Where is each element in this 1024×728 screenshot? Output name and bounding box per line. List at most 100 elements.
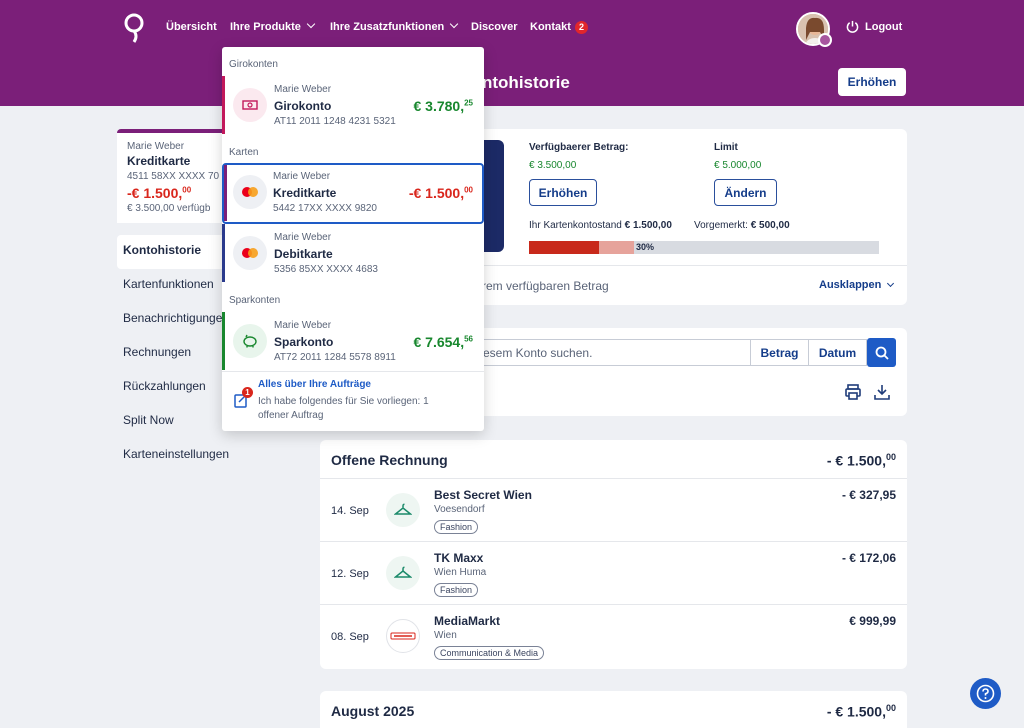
merchant-location: Wien Huma	[434, 567, 487, 578]
icon-circle	[233, 324, 267, 358]
products-dropdown: Girokonten Marie Weber Girokonto AT11 20…	[222, 47, 484, 431]
search-icon	[875, 346, 889, 360]
available-label: Verfügbaerer Betrag:	[529, 142, 629, 153]
raise-button[interactable]: Erhöhen	[529, 179, 597, 206]
merchant-location: Voesendorf	[434, 504, 485, 515]
item-number: AT72 2011 1284 5578 8911	[274, 352, 396, 363]
august-title: August 2025	[331, 703, 415, 719]
category-tag: Fashion	[434, 583, 479, 597]
printer-icon[interactable]	[844, 383, 862, 401]
section-karten: Karten	[229, 147, 259, 158]
item-owner: Marie Weber	[274, 84, 332, 95]
item-number: 5356 85XX XXXX 4683	[274, 264, 378, 275]
limit-label: Limit	[714, 142, 738, 153]
search-button[interactable]	[867, 338, 896, 367]
table-row[interactable]: 14. Sep Best Secret Wien Voesendorf Fash…	[320, 478, 907, 541]
accent-bar	[222, 312, 225, 370]
mastercard-icon	[242, 187, 258, 197]
nav-uebersicht[interactable]: Übersicht	[166, 21, 217, 33]
dropdown-item-sparkonto[interactable]: Marie Weber Sparkonto AT72 2011 1284 557…	[222, 312, 484, 370]
card-balance: Ihr Kartenkontostand € 1.500,00	[529, 220, 672, 231]
logout-button[interactable]: Logout	[846, 20, 902, 33]
item-name: Debitkarte	[274, 247, 333, 261]
selected-product-card[interactable]: Marie Weber Kreditkarte 4511 58XX XXXX 7…	[117, 129, 237, 223]
dropdown-item-girokonto[interactable]: Marie Weber Girokonto AT11 2011 1248 423…	[222, 76, 484, 134]
transaction-date: 12. Sep	[331, 568, 369, 580]
category-tag: Fashion	[434, 520, 479, 534]
august-card: August 2025 - € 1.500,00	[320, 691, 907, 728]
transaction-date: 08. Sep	[331, 631, 369, 643]
transaction-date: 14. Sep	[331, 505, 369, 517]
orders-badge: 1	[242, 387, 253, 398]
orders-link[interactable]: Alles über Ihre Aufträge	[258, 379, 371, 390]
orders-description: Ich habe folgendes für Sie vorliegen: 1 …	[258, 396, 429, 421]
product-title: Kreditkarte	[127, 154, 191, 168]
product-balance: -€ 1.500,00	[127, 185, 192, 201]
change-limit-button[interactable]: Ändern	[714, 179, 777, 206]
transaction-amount: - € 327,95	[841, 488, 896, 502]
item-owner: Marie Weber	[274, 232, 332, 243]
icon-circle	[233, 236, 267, 270]
chevron-down-icon	[887, 279, 895, 288]
item-name: Kreditkarte	[273, 186, 337, 200]
limit-value: € 5.000,00	[714, 160, 762, 171]
page-title: ntohistorie	[482, 73, 570, 92]
merchant-location: Wien	[434, 630, 457, 641]
menu-karteneinstellungen[interactable]: Karteneinstellungen	[117, 439, 317, 473]
menu-kontohistorie[interactable]: Kontohistorie	[117, 235, 237, 269]
nav-discover[interactable]: Discover	[471, 21, 517, 33]
open-invoice-title: Offene Rechnung	[331, 452, 448, 468]
mediamarkt-logo-icon	[390, 632, 416, 640]
filter-date-button[interactable]: Datum	[808, 339, 867, 366]
profile-badge-icon	[818, 33, 832, 47]
banknote-icon	[242, 100, 258, 110]
category-tag: Communication & Media	[434, 646, 545, 660]
nav-kontakt[interactable]: Kontakt 2	[530, 21, 588, 34]
hanger-icon	[394, 566, 412, 578]
nav-zusatzfunktionen[interactable]: Ihre Zusatzfunktionen	[330, 19, 459, 33]
dropdown-item-kreditkarte[interactable]: Marie Weber Kreditkarte 5442 17XX XXXX 9…	[222, 163, 484, 224]
help-button[interactable]	[970, 678, 1001, 709]
divider	[222, 371, 484, 372]
table-row[interactable]: 12. Sep TK Maxx Wien Huma Fashion - € 17…	[320, 541, 907, 604]
accent-bar	[224, 165, 227, 221]
reserved-amount: Vorgemerkt: € 500,00	[694, 220, 790, 231]
dropdown-item-debitkarte[interactable]: Marie Weber Debitkarte 5356 85XX XXXX 46…	[222, 224, 484, 282]
logo-icon[interactable]	[122, 12, 146, 44]
transaction-amount: € 999,99	[849, 614, 896, 628]
august-total: - € 1.500,00	[826, 703, 896, 720]
product-number: 4511 58XX XXXX 70	[127, 171, 220, 182]
item-balance: € 7.654,56	[413, 334, 473, 350]
available-value: € 3.500,00	[529, 160, 577, 171]
progress-booked	[529, 241, 599, 254]
open-invoice-card: Offene Rechnung - € 1.500,00 14. Sep Bes…	[320, 440, 907, 669]
chevron-down-icon	[306, 19, 316, 29]
filter-amount-button[interactable]: Betrag	[750, 339, 809, 366]
search-input[interactable]: esem Konto suchen.	[478, 339, 750, 366]
accent-bar	[222, 224, 225, 282]
nav-ihre-produkte[interactable]: Ihre Produkte	[230, 19, 316, 33]
accent-bar	[222, 76, 225, 134]
merchant-logo	[386, 619, 420, 653]
contact-badge: 2	[574, 21, 588, 34]
icon-circle	[233, 88, 267, 122]
merchant-name: MediaMarkt	[434, 614, 501, 628]
expand-button[interactable]: Ausklappen	[819, 279, 895, 291]
section-sparkonten: Sparkonten	[229, 295, 281, 306]
raise-limit-button[interactable]: Erhöhen	[838, 68, 906, 96]
transaction-amount: - € 172,06	[841, 551, 896, 565]
chevron-down-icon	[450, 19, 459, 29]
progress-label: 30%	[636, 242, 655, 252]
merchant-icon	[386, 493, 420, 527]
download-icon[interactable]	[873, 383, 891, 401]
table-row[interactable]: 08. Sep MediaMarkt Wien Communication & …	[320, 604, 907, 667]
item-owner: Marie Weber	[274, 320, 332, 331]
product-available: € 3.500,00 verfügb	[127, 203, 211, 214]
section-girokonten: Girokonten	[229, 59, 278, 70]
mastercard-icon	[242, 248, 258, 258]
limit-progress-bar: 30%	[529, 241, 879, 254]
progress-reserved	[599, 241, 634, 254]
item-name: Girokonto	[274, 99, 332, 113]
help-icon	[976, 684, 995, 703]
item-balance: -€ 1.500,00	[408, 185, 473, 201]
